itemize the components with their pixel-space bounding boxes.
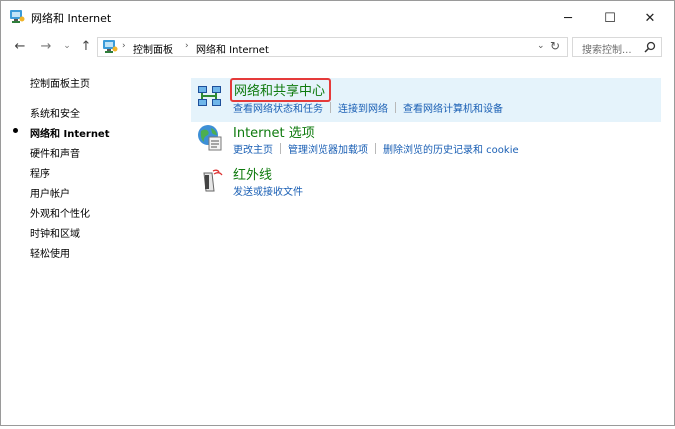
breadcrumb-control-panel[interactable]: 控制面板 <box>133 41 173 56</box>
sidebar-item-hardware-sound[interactable]: 硬件和声音 <box>30 145 80 160</box>
link-divider <box>330 102 331 113</box>
category-links: 发送或接收文件 <box>233 183 303 198</box>
address-dropdown-icon[interactable]: ⌄ <box>537 41 545 51</box>
category-title-infrared[interactable]: 红外线 <box>233 164 272 183</box>
forward-button[interactable]: → <box>38 38 54 54</box>
breadcrumb-network-internet[interactable]: 网络和 Internet <box>196 41 269 56</box>
up-arrow-icon: ↑ <box>80 38 92 54</box>
link-change-home-page[interactable]: 更改主页 <box>233 141 273 156</box>
category-links: 查看网络状态和任务 连接到网络 查看网络计算机和设备 <box>233 100 503 115</box>
current-item-bullet <box>13 128 18 133</box>
category-internet-options: Internet 选项 更改主页 管理浏览器加载项 删除浏览的历史记录和 coo… <box>191 119 661 163</box>
link-view-network-status[interactable]: 查看网络状态和任务 <box>233 100 323 115</box>
window-title: 网络和 Internet <box>31 12 112 25</box>
minimize-button[interactable]: ─ <box>553 7 583 29</box>
address-bar[interactable]: › 控制面板 › 网络和 Internet ⌄ ↻ <box>97 37 568 57</box>
control-panel-icon <box>103 40 118 53</box>
close-icon: ✕ <box>644 10 656 26</box>
category-links: 更改主页 管理浏览器加载项 删除浏览的历史记录和 cookie <box>233 141 519 156</box>
sidebar-item-system-security[interactable]: 系统和安全 <box>30 105 80 120</box>
main-content: 网络和共享中心 查看网络状态和任务 连接到网络 查看网络计算机和设备 Inter… <box>191 61 673 421</box>
sidebar-item-ease-of-access[interactable]: 轻松使用 <box>30 245 70 260</box>
sidebar: 控制面板主页 系统和安全 网络和 Internet 硬件和声音 程序 用户帐户 … <box>1 61 191 421</box>
forward-arrow-icon: → <box>40 38 52 54</box>
control-panel-icon <box>10 10 25 23</box>
close-button[interactable]: ✕ <box>635 7 665 29</box>
sidebar-item-user-accounts[interactable]: 用户帐户 <box>30 185 70 200</box>
maximize-icon: ☐ <box>604 10 616 26</box>
infrared-icon <box>203 169 223 192</box>
search-icon[interactable] <box>644 41 656 53</box>
category-title-internet-options[interactable]: Internet 选项 <box>233 122 315 141</box>
sidebar-item-clock-region[interactable]: 时钟和区域 <box>30 225 80 240</box>
navigation-bar: ← → ⌄ ↑ › 控制面板 › 网络和 Internet ⌄ ↻ 搜索控制..… <box>1 33 674 61</box>
internet-options-icon <box>198 125 222 151</box>
recent-locations-button[interactable]: ⌄ <box>59 38 75 54</box>
chevron-down-icon: ⌄ <box>63 41 71 51</box>
link-divider <box>395 102 396 113</box>
link-send-receive-files[interactable]: 发送或接收文件 <box>233 183 303 198</box>
back-button[interactable]: ← <box>12 38 28 54</box>
sidebar-item-control-panel-home[interactable]: 控制面板主页 <box>30 75 90 90</box>
sidebar-item-network-internet: 网络和 Internet <box>30 129 110 140</box>
link-delete-browsing-history[interactable]: 删除浏览的历史记录和 cookie <box>383 141 519 156</box>
minimize-icon: ─ <box>564 10 572 26</box>
link-connect-to-network[interactable]: 连接到网络 <box>338 100 388 115</box>
sidebar-item-programs[interactable]: 程序 <box>30 165 50 180</box>
link-divider <box>375 143 376 154</box>
title-bar: 网络和 Internet ─ ☐ ✕ <box>1 1 674 33</box>
sidebar-item-appearance[interactable]: 外观和个性化 <box>30 205 90 220</box>
refresh-icon[interactable]: ↻ <box>550 39 560 53</box>
link-divider <box>280 143 281 154</box>
maximize-button[interactable]: ☐ <box>595 7 625 29</box>
search-placeholder: 搜索控制... <box>582 45 632 56</box>
category-network-sharing-center: 网络和共享中心 查看网络状态和任务 连接到网络 查看网络计算机和设备 <box>191 78 661 122</box>
up-button[interactable]: ↑ <box>78 38 94 54</box>
link-manage-addons[interactable]: 管理浏览器加载项 <box>288 141 368 156</box>
category-infrared: 红外线 发送或接收文件 <box>191 161 661 205</box>
breadcrumb-separator: › <box>185 41 189 51</box>
category-title-network-sharing[interactable]: 网络和共享中心 <box>230 78 332 102</box>
back-arrow-icon: ← <box>14 38 26 54</box>
link-view-network-computers[interactable]: 查看网络计算机和设备 <box>403 100 503 115</box>
breadcrumb-separator: › <box>122 41 126 51</box>
network-sharing-icon <box>198 86 221 106</box>
search-input[interactable]: 搜索控制... <box>572 37 662 57</box>
control-panel-window: 网络和 Internet ─ ☐ ✕ ← → ⌄ ↑ › 控制面板 › 网络和 … <box>0 0 675 426</box>
